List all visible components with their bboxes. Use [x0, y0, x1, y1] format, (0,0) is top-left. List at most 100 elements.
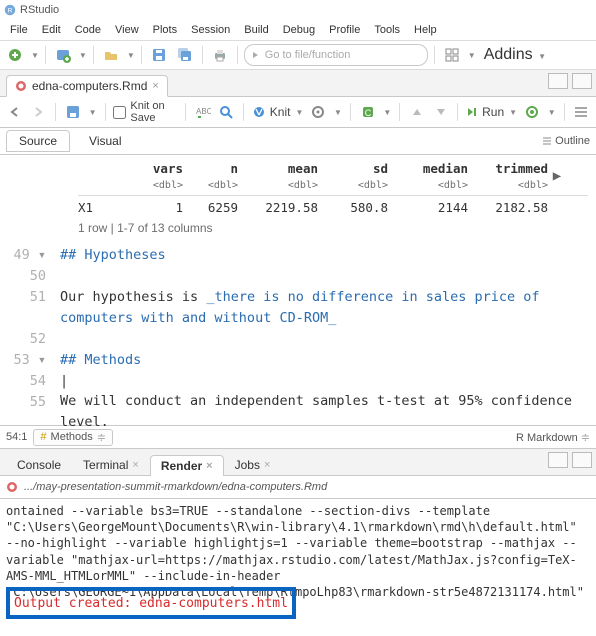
spellcheck-button[interactable]: ABC — [194, 101, 212, 123]
nav-down-button[interactable] — [432, 101, 450, 123]
render-log: ontained --variable bs3=TRUE --standalon… — [6, 504, 584, 599]
arrow-right-icon — [251, 50, 261, 60]
output-highlight: Output created: edna-computers.html — [6, 587, 296, 619]
menu-edit[interactable]: Edit — [36, 22, 67, 38]
file-tab[interactable]: edna-computers.Rmd × — [6, 75, 168, 97]
publish-button[interactable] — [523, 101, 541, 123]
outline-icon — [542, 136, 552, 146]
menu-tools[interactable]: Tools — [368, 22, 406, 38]
save-file-button[interactable] — [64, 101, 82, 123]
caret-icon[interactable]: ▼ — [127, 51, 135, 60]
cell-vars: 1 — [128, 200, 183, 215]
menu-code[interactable]: Code — [69, 22, 107, 38]
new-project-button[interactable] — [52, 44, 74, 66]
save-button[interactable] — [148, 44, 170, 66]
menu-debug[interactable]: Debug — [277, 22, 321, 38]
tab-jobs[interactable]: Jobs× — [224, 454, 282, 475]
knit-on-save-checkbox[interactable] — [113, 106, 126, 119]
outline-button[interactable]: Outline — [542, 135, 590, 147]
tab-render[interactable]: Render× — [150, 455, 224, 476]
caret-icon[interactable]: ▼ — [79, 51, 87, 60]
menu-help[interactable]: Help — [408, 22, 443, 38]
knit-label: Knit — [270, 105, 291, 119]
menu-file[interactable]: File — [4, 22, 34, 38]
forward-button[interactable] — [30, 101, 48, 123]
code-body[interactable]: ## Hypotheses Our hypothesis is _there i… — [0, 245, 590, 433]
col-mean: mean<dbl> — [238, 161, 318, 191]
caret-icon[interactable]: ▼ — [89, 108, 97, 117]
run-label: Run — [482, 105, 504, 119]
editor-tabbar: edna-computers.Rmd × — [0, 70, 596, 97]
caret-icon[interactable]: ▼ — [468, 51, 476, 60]
grid-icon[interactable] — [441, 44, 463, 66]
minimize-pane-button[interactable] — [548, 73, 568, 89]
goto-placeholder: Go to file/function — [265, 49, 351, 61]
maximize-pane-button[interactable] — [572, 73, 592, 89]
run-button[interactable]: Run ▼ — [466, 105, 517, 119]
run-icon — [466, 106, 478, 118]
table-footer: 1 row | 1-7 of 13 columns — [78, 221, 588, 235]
print-button[interactable] — [209, 44, 231, 66]
menu-build[interactable]: Build — [238, 22, 274, 38]
output-created-line: Output created: edna-computers.html — [14, 596, 288, 611]
menu-session[interactable]: Session — [185, 22, 236, 38]
rstudio-logo-icon: R — [4, 4, 16, 16]
cell-median: 2144 — [388, 200, 468, 215]
outline-toggle-button[interactable] — [572, 101, 590, 123]
back-button[interactable] — [6, 101, 24, 123]
main-toolbar: ▼ ▼ ▼ Go to file/function ▼ Addins ▼ — [0, 40, 596, 70]
maximize-bottom-pane-button[interactable] — [572, 452, 592, 468]
settings-button[interactable] — [309, 101, 327, 123]
close-icon[interactable]: × — [264, 459, 270, 471]
find-button[interactable] — [217, 101, 235, 123]
cell-n: 6259 — [183, 200, 238, 215]
rmd-file-icon — [6, 481, 18, 493]
table-scroll-right-icon[interactable]: ▶ — [548, 168, 566, 184]
nav-up-button[interactable] — [408, 101, 426, 123]
close-tab-icon[interactable]: × — [152, 80, 158, 92]
col-trimmed: trimmed<dbl> — [468, 161, 548, 191]
menu-view[interactable]: View — [109, 22, 145, 38]
knit-button[interactable]: Knit ▼ — [252, 105, 304, 119]
cell-mean: 2219.58 — [238, 200, 318, 215]
close-icon[interactable]: × — [132, 459, 138, 471]
tab-terminal[interactable]: Terminal× — [72, 454, 150, 475]
svg-text:C: C — [364, 108, 371, 118]
col-blank — [78, 161, 128, 191]
app-title: RStudio — [20, 4, 59, 16]
chunk-output-table: vars<dbl> n<dbl> mean<dbl> sd<dbl> media… — [0, 155, 596, 245]
new-file-button[interactable] — [4, 44, 26, 66]
cell-sd: 580.8 — [318, 200, 388, 215]
tab-console[interactable]: Console — [6, 454, 72, 475]
open-file-button[interactable] — [100, 44, 122, 66]
editor-toolbar: ▼ Knit on Save ABC Knit ▼ ▼ C▼ Run ▼ ▼ — [0, 97, 596, 128]
source-mode-button[interactable]: Source — [6, 130, 70, 152]
rmd-file-icon — [15, 80, 27, 92]
col-median: median<dbl> — [388, 161, 468, 191]
knit-on-save-toggle[interactable]: Knit on Save — [113, 100, 177, 124]
row-label: X1 — [78, 200, 128, 215]
line-55: We will conduct an independent samples t… — [60, 393, 580, 430]
svg-text:ABC: ABC — [196, 107, 211, 116]
menu-bar: File Edit Code View Plots Session Build … — [0, 20, 596, 40]
caret-icon[interactable]: ▼ — [31, 51, 39, 60]
render-toolbar: .../may-presentation-summit-rmarkdown/ed… — [0, 476, 596, 499]
minimize-bottom-pane-button[interactable] — [548, 452, 568, 468]
close-icon[interactable]: × — [206, 460, 212, 472]
render-output[interactable]: ontained --variable bs3=TRUE --standalon… — [0, 499, 596, 627]
line-51: Our hypothesis is _there is no differenc… — [60, 289, 548, 326]
addins-menu[interactable]: Addins ▼ — [484, 46, 546, 64]
insert-chunk-button[interactable]: C — [359, 101, 377, 123]
line-49: ## Hypotheses — [60, 247, 166, 263]
cell-trimmed: 2182.58 — [468, 200, 548, 215]
editor-mode-row: Source Visual Outline — [0, 128, 596, 155]
knit-on-save-label: Knit on Save — [130, 100, 177, 124]
visual-mode-button[interactable]: Visual — [76, 130, 134, 152]
menu-profile[interactable]: Profile — [323, 22, 366, 38]
goto-file-input[interactable]: Go to file/function — [244, 44, 428, 66]
code-editor[interactable]: 49 ▾ 50 51 52 53 ▾ 54 55 ## Hypotheses O… — [0, 245, 596, 425]
save-all-button[interactable] — [174, 44, 196, 66]
menu-plots[interactable]: Plots — [147, 22, 183, 38]
render-path: .../may-presentation-summit-rmarkdown/ed… — [24, 481, 327, 493]
svg-text:R: R — [8, 7, 13, 14]
